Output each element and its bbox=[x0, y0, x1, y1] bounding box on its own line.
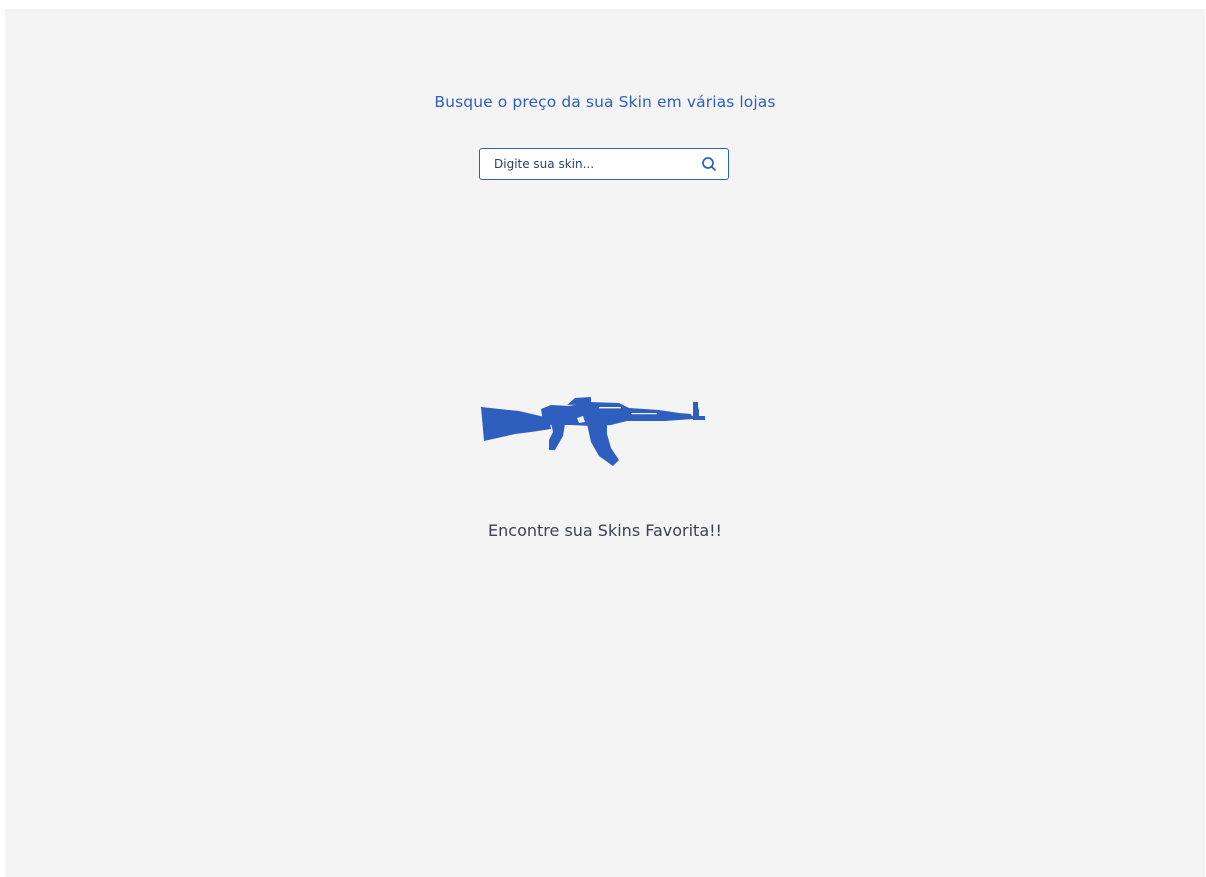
rifle-icon bbox=[481, 397, 705, 466]
page-container: Busque o preço da sua Skin em várias loj… bbox=[5, 9, 1205, 877]
search-input[interactable] bbox=[494, 149, 689, 178]
search-bar bbox=[479, 148, 729, 180]
page-title: Busque o preço da sua Skin em várias loj… bbox=[434, 93, 776, 111]
search-icon[interactable] bbox=[701, 156, 717, 172]
hero-tagline: Encontre sua Skins Favorita!! bbox=[488, 521, 722, 540]
